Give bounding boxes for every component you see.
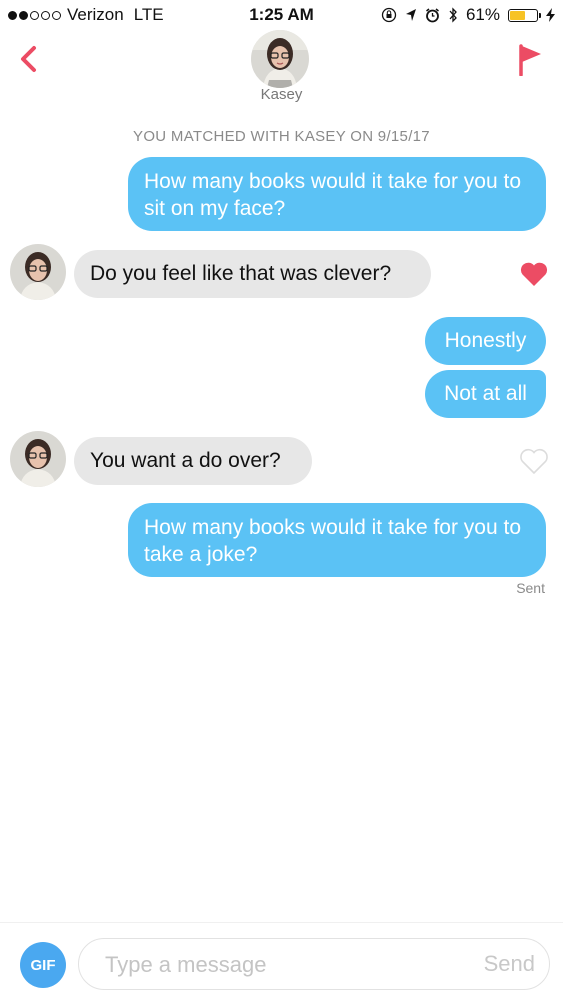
battery-icon	[508, 8, 541, 22]
gif-button[interactable]: GIF	[20, 942, 66, 988]
rotation-lock-icon	[381, 7, 397, 23]
message-bubble-outgoing[interactable]: How many books would it take for you to …	[128, 503, 546, 577]
heart-outline-icon	[520, 448, 548, 475]
message-bubble-incoming[interactable]: Do you feel like that was clever?	[74, 250, 431, 298]
heart-filled-icon	[520, 262, 548, 286]
charging-icon	[546, 8, 555, 22]
location-icon	[405, 9, 416, 21]
send-button[interactable]: Send	[484, 951, 535, 977]
message-composer: Send	[78, 938, 550, 990]
flag-icon	[519, 44, 541, 77]
report-button[interactable]	[517, 44, 543, 77]
alarm-icon	[426, 7, 439, 22]
composer-divider	[0, 922, 563, 923]
message-text: How many books would it take for you to …	[144, 170, 522, 220]
message-text: How many books would it take for you to …	[144, 516, 522, 566]
message-text: Do you feel like that was clever?	[90, 262, 392, 285]
match-name[interactable]: Kasey	[0, 86, 563, 103]
match-banner: YOU MATCHED WITH KASEY ON 9/15/17	[133, 128, 430, 145]
battery-percent: 61%	[465, 5, 500, 24]
message-bubble-outgoing[interactable]: Not at all	[425, 370, 546, 418]
like-button[interactable]	[519, 260, 549, 288]
match-avatar[interactable]	[251, 30, 309, 88]
message-bubble-incoming[interactable]: You want a do over?	[74, 437, 312, 485]
message-bubble-outgoing[interactable]: How many books would it take for you to …	[128, 157, 546, 231]
delivery-status: Sent	[516, 580, 545, 596]
gif-label: GIF	[30, 956, 56, 974]
message-text: Not at all	[444, 382, 527, 405]
status-right: 61%	[381, 5, 555, 25]
bluetooth-icon	[449, 7, 457, 23]
like-button[interactable]	[519, 447, 549, 475]
status-bar: Verizon LTE 1:25 AM 61%	[0, 0, 563, 30]
chevron-left-icon	[21, 46, 36, 72]
message-text: Honestly	[444, 329, 527, 352]
message-text: You want a do over?	[90, 449, 281, 472]
message-input[interactable]	[103, 949, 447, 981]
sender-avatar[interactable]	[10, 431, 66, 487]
sender-avatar[interactable]	[10, 244, 66, 300]
message-bubble-outgoing[interactable]: Honestly	[425, 317, 546, 365]
back-button[interactable]	[14, 44, 44, 74]
